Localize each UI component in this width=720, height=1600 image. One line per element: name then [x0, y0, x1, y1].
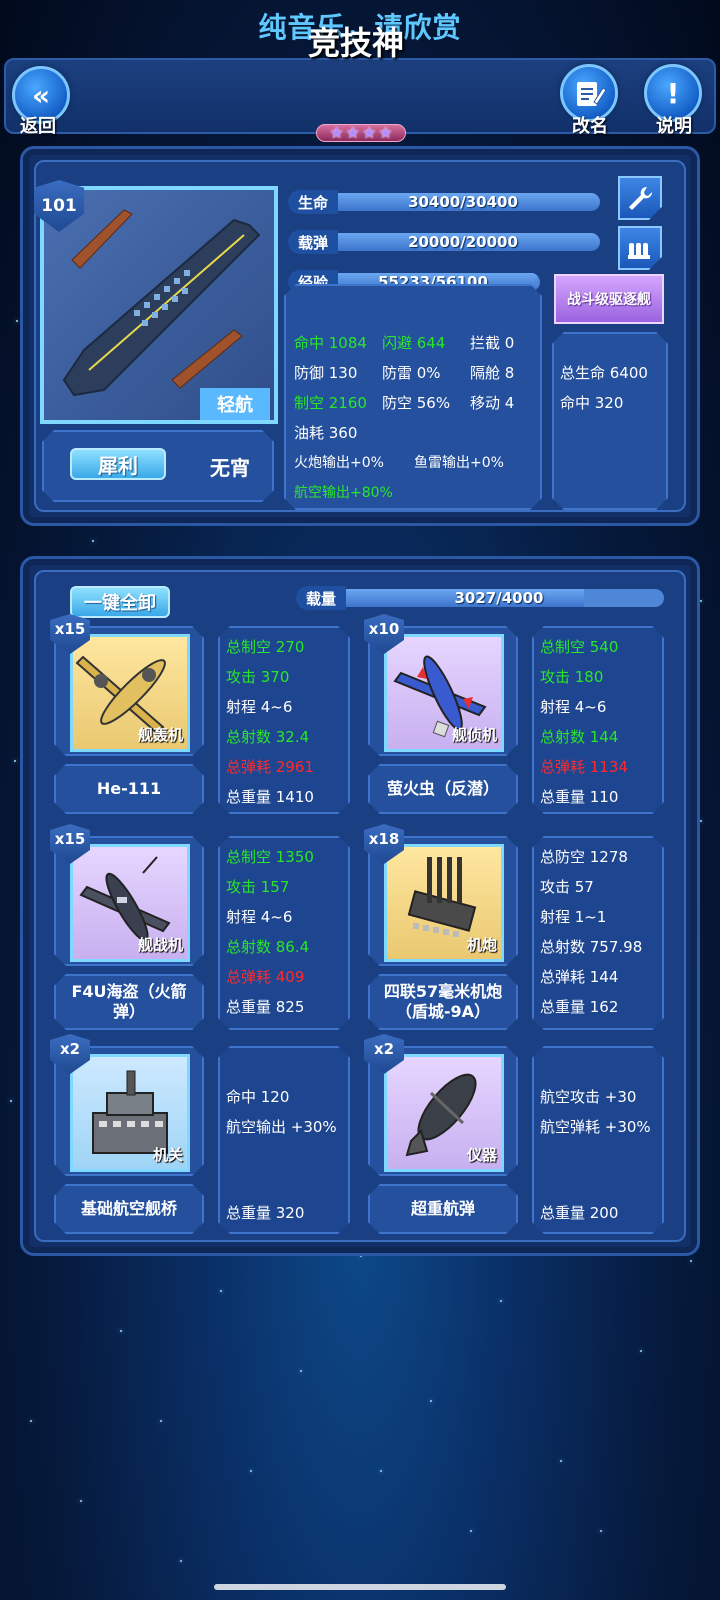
stat-torpedo-output: 鱼雷输出+0%	[414, 455, 504, 471]
item-type: 仪器	[466, 1146, 497, 1164]
aircraft-carrier-icon	[62, 209, 261, 397]
item-stat: 命中 120	[226, 1088, 290, 1106]
item-stat: 总弹耗 144	[540, 968, 619, 986]
ammo-bar: 20000/20000 载弹	[288, 230, 600, 254]
item-portrait[interactable]: 仪器	[384, 1054, 504, 1172]
item-stat: 攻击 157	[226, 878, 290, 896]
item-stat: 攻击 57	[540, 878, 594, 896]
item-stat: 总制空 270	[226, 638, 305, 656]
item-stat: 总重量 825	[226, 998, 305, 1016]
double-chevron-left-icon: «	[31, 78, 51, 112]
info-label[interactable]: 说明	[656, 112, 692, 138]
unload-all-button[interactable]: 一键全卸	[70, 586, 170, 618]
ship-name-button[interactable]: 犀利	[70, 448, 166, 480]
back-label[interactable]: 返回	[20, 112, 56, 138]
ammo-bar-label: 载弹	[288, 230, 338, 254]
stat-evade: 闪避 644	[382, 334, 446, 352]
stat-air-control: 制空 2160	[294, 394, 367, 412]
star-icon: ★	[378, 123, 393, 142]
ammo-rack-icon	[628, 243, 650, 259]
item-stat: 总重量 162	[540, 998, 619, 1016]
capacity-bar: 3027/4000 载量	[296, 586, 666, 610]
item-type: 机炮	[466, 936, 497, 954]
class-bonus-button[interactable]: 战斗级驱逐舰	[554, 274, 664, 324]
capacity-bar-text: 3027/4000	[454, 589, 544, 607]
item-portrait[interactable]: 机关	[70, 1054, 190, 1172]
stat-intercept: 拦截 0	[470, 334, 515, 352]
ship-title-text: 无宵	[210, 456, 250, 480]
item-stat: 总射数 32.4	[226, 728, 310, 746]
item-stat: 航空弹耗 +30%	[540, 1118, 651, 1136]
bonus-hp: 总生命 6400	[560, 364, 648, 382]
item-type: 舰轰机	[137, 726, 183, 744]
item-portrait[interactable]: 舰轰机	[70, 634, 190, 752]
hp-bar-text: 30400/30400	[408, 193, 518, 211]
item-stat: 总弹耗 409	[226, 968, 305, 986]
rename-label[interactable]: 改名	[572, 112, 608, 138]
stat-air-output: 航空输出+80%	[294, 485, 393, 501]
item-portrait[interactable]: 舰战机	[70, 844, 190, 962]
stat-gun-output: 火炮输出+0%	[294, 455, 384, 471]
item-name: 基础航空舰桥	[80, 1199, 177, 1218]
item-name: F4U海盗（火箭弹）	[71, 982, 187, 1021]
stat-defense: 防御 130	[294, 364, 358, 382]
item-stat: 总重量 200	[540, 1204, 619, 1222]
item-stat: 总制空 1350	[226, 848, 314, 866]
item-portrait[interactable]: 机炮	[384, 844, 504, 962]
star-rating: ★ ★ ★ ★	[316, 124, 406, 142]
item-stat: 射程 4~6	[540, 698, 607, 716]
stat-hit: 命中 1084	[294, 334, 367, 352]
page-title: 竞技神	[307, 24, 404, 62]
home-indicator[interactable]	[214, 1584, 506, 1590]
item-stat: 航空输出 +30%	[226, 1118, 337, 1136]
item-stat: 总重量 110	[540, 788, 619, 806]
item-stat: 航空攻击 +30	[540, 1088, 637, 1106]
item-type: 机关	[152, 1146, 183, 1164]
item-name: He-111	[96, 779, 162, 798]
bonus-cell	[552, 332, 668, 510]
item-stat: 总弹耗 1134	[540, 758, 628, 776]
item-name: 萤火虫（反潜）	[386, 779, 499, 798]
star-icon: ★	[329, 123, 344, 142]
stat-compartment: 隔舱 8	[470, 364, 515, 382]
bonus-hit: 命中 320	[560, 394, 624, 412]
star-icon: ★	[362, 123, 377, 142]
item-stat: 射程 4~6	[226, 908, 293, 926]
notepad-pencil-icon	[577, 82, 606, 106]
item-stat: 总射数 144	[540, 728, 619, 746]
item-stat: 总射数 86.4	[226, 938, 310, 956]
wrench-icon	[629, 186, 653, 210]
ship-type-tag: 轻航	[200, 388, 270, 420]
item-stat: 攻击 370	[226, 668, 290, 686]
hp-bar-label: 生命	[288, 190, 338, 214]
item-stat: 总重量 1410	[226, 788, 314, 806]
item-stat: 总重量 320	[226, 1204, 305, 1222]
item-stat: 总射数 757.98	[540, 938, 643, 956]
item-stat: 总制空 540	[540, 638, 619, 656]
item-stat: 射程 1~1	[540, 908, 607, 926]
item-name: 超重航弹	[410, 1199, 475, 1218]
star-icon: ★	[345, 123, 360, 142]
item-name: 四联57毫米机炮（盾城-9A）	[383, 982, 503, 1021]
capacity-bar-label: 载量	[296, 586, 346, 610]
hp-bar: 30400/30400 生命	[288, 190, 600, 214]
item-type: 舰战机	[137, 936, 183, 954]
exclamation-icon: !	[666, 76, 680, 110]
item-type: 舰侦机	[451, 726, 497, 744]
ammo-bar-text: 20000/20000	[408, 233, 518, 251]
item-stat: 总弹耗 2961	[226, 758, 314, 776]
ship-stats: 命中 1084 闪避 644 拦截 0 防御 130 防雷 0% 隔舱 8 制空…	[284, 318, 532, 502]
item-portrait[interactable]: 舰侦机	[384, 634, 504, 752]
item-stat: 攻击 180	[540, 668, 604, 686]
stat-aa: 防空 56%	[382, 394, 451, 412]
item-stat: 总防空 1278	[540, 848, 628, 866]
stat-torpedo-def: 防雷 0%	[382, 364, 441, 382]
item-stat: 射程 4~6	[226, 698, 293, 716]
stat-fuel: 油耗 360	[294, 424, 358, 442]
stat-move: 移动 4	[470, 394, 515, 412]
